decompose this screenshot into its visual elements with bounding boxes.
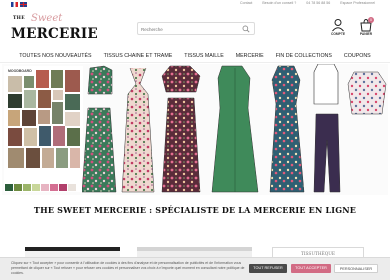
moodboard-photo [8,128,22,146]
moodboard-photo [65,70,80,92]
moodboard-photo [56,148,68,168]
hero-banner[interactable]: MOODBOARD [2,64,388,195]
color-swatch [23,184,31,191]
moodboard-photo [42,148,54,168]
moodboard-photo [53,126,65,146]
cookie-text: Cliquez sur « Tout accepter » pour conse… [11,261,245,275]
moodboard-photo [53,90,63,100]
moodboard-photo [8,76,22,92]
moodboard-photo [65,94,80,110]
moodboard-photo [8,110,20,126]
moodboard-photo [8,148,24,168]
nav-item-remnants[interactable]: COUPONS [338,51,377,61]
moodboard-photo [52,102,63,124]
garment-illustrations [82,64,387,193]
account-label: COMPTE [330,32,346,36]
moodboard-photo [22,110,36,126]
logo-mercerie: MERCERIE [11,26,98,42]
nav-item-new[interactable]: TOUTES NOS NOUVEAUTÉS [13,51,97,61]
moodboard-photo [65,112,80,126]
account-button[interactable]: COMPTE [328,18,348,38]
accept-all-button[interactable]: TOUT ACCEPTER [291,264,331,273]
nav-item-knit-fabrics[interactable]: TISSUS MAILLE [178,51,229,61]
color-swatch [5,184,13,191]
moodboard-photo [36,70,49,88]
top-links: Contact Besoin d'un conseil ? 04 78 56 8… [240,1,375,5]
site-logo[interactable]: THE Sweet MERCERIE [11,13,98,42]
moodboard-photo [39,126,51,146]
logo-the: THE [13,16,25,21]
moodboard-photo [70,148,80,168]
moodboard-photo [38,110,50,124]
pro-space-link[interactable]: Espace Professionnel [340,1,375,5]
moodboard-photo [8,94,22,108]
color-swatch [41,184,49,191]
color-swatch [50,184,58,191]
cart-button[interactable]: 0 PANIER [357,17,375,38]
cookie-banner: Cliquez sur « Tout accepter » pour conse… [0,257,390,280]
moodboard-photo [26,148,40,168]
contact-link[interactable]: Contact [240,1,252,5]
moodboard-photo [24,90,36,108]
search-icon[interactable] [242,25,250,33]
logo-sweet: Sweet [31,13,63,24]
moodboard-photo [51,70,63,88]
english-flag-icon[interactable] [20,2,27,7]
moodboard-photo [67,128,80,146]
color-swatch [59,184,67,191]
nav-item-end-of-collections[interactable]: FIN DE COLLECTIONS [270,51,338,61]
nav-item-haberdashery[interactable]: MERCERIE [230,51,270,61]
nav-item-woven-fabrics[interactable]: TISSUS CHAINE ET TRAME [98,51,179,61]
nav-divider [0,62,390,63]
moodboard-title: MOODBOARD [8,69,32,73]
cart-count-badge: 0 [368,17,374,23]
customize-button[interactable]: PERSONNALISER [334,264,378,273]
user-icon [332,19,344,32]
moodboard-photo [38,90,51,108]
refuse-all-button[interactable]: TOUT REFUSER [249,264,287,273]
moodboard-photo [24,76,34,88]
color-swatch [68,184,76,191]
cart-label: PANIER [359,32,373,36]
moodboard-photo [24,128,37,146]
advice-link[interactable]: Besoin d'un conseil ? [262,1,296,5]
french-flag-icon[interactable] [11,2,18,7]
color-swatch [32,184,40,191]
search-box [137,22,255,35]
moodboard: MOODBOARD [4,66,83,192]
color-swatch [14,184,22,191]
page-headline: THE SWEET MERCERIE : SPÉCIALISTE DE LA M… [33,205,357,215]
phone-link[interactable]: 04 78 56 88 56 [306,1,330,5]
main-nav: TOUTES NOS NOUVEAUTÉS TISSUS CHAINE ET T… [0,51,390,61]
search-input[interactable] [141,25,241,33]
top-bar: Contact Besoin d'un conseil ? 04 78 56 8… [0,0,390,9]
